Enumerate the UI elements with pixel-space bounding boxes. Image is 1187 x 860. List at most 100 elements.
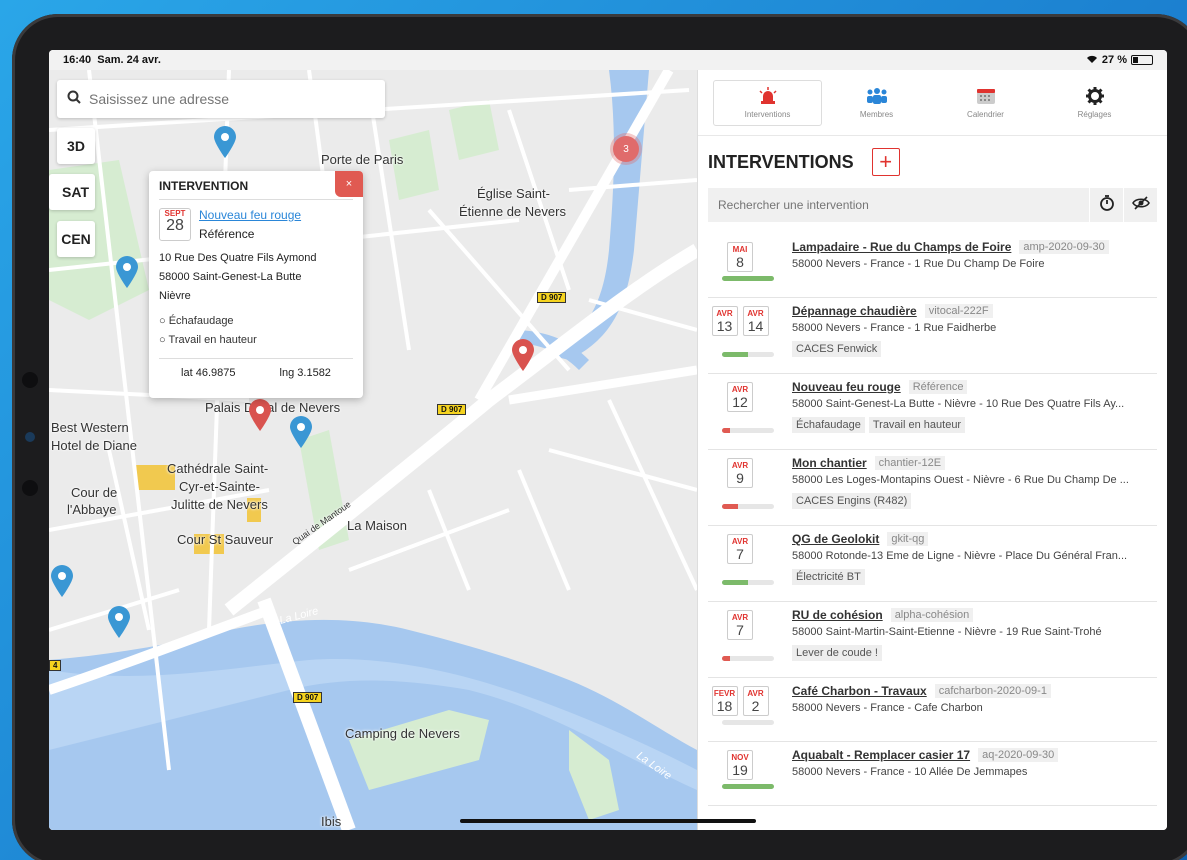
date-day: 7 <box>736 546 744 562</box>
timer-button[interactable] <box>1089 188 1123 222</box>
tab-reglages[interactable]: Réglages <box>1040 80 1149 126</box>
intervention-title[interactable]: Café Charbon - Travaux <box>792 684 927 698</box>
progress-bar <box>722 428 774 433</box>
tab-interventions[interactable]: Interventions <box>713 80 822 126</box>
intervention-popup: INTERVENTION × SEPT 28 Nouveau feu rouge… <box>149 171 363 398</box>
map-pin-blue[interactable] <box>212 125 238 159</box>
map-label-hotel: Best Western <box>51 420 129 435</box>
intervention-ref: cafcharbon-2020-09-1 <box>934 684 1051 698</box>
map-pin-blue[interactable] <box>106 605 132 639</box>
date-day: 19 <box>732 762 748 778</box>
add-intervention-button[interactable]: + <box>871 148 900 176</box>
intervention-title[interactable]: QG de Geolokit <box>792 532 879 546</box>
tag-list: Échafaudage Travail en hauteur <box>792 417 1157 433</box>
date-day: 18 <box>716 698 733 714</box>
map-label-eglise-2: Étienne de Nevers <box>459 204 566 219</box>
popup-reference: Référence <box>199 227 255 241</box>
list-item[interactable]: AVR 12 Nouveau feu rouge Référence 58000 … <box>708 374 1157 450</box>
battery-percent: 27 % <box>1101 54 1127 66</box>
intervention-title[interactable]: Aquabalt - Remplacer casier 17 <box>792 748 970 762</box>
map-label-cour-abbaye: Cour de <box>71 485 118 500</box>
popup-lng: lng 3.1582 <box>279 367 331 379</box>
progress-bar <box>722 504 774 509</box>
date-day: 9 <box>736 470 744 486</box>
popup-tag: Échafaudage <box>168 315 234 327</box>
progress-bar <box>722 656 774 661</box>
popup-tag: Travail en hauteur <box>168 334 257 346</box>
intervention-title[interactable]: Lampadaire - Rue du Champs de Foire <box>792 240 1011 254</box>
tab-membres[interactable]: Membres <box>822 80 931 126</box>
list-item[interactable]: AVR 7 QG de Geolokit gkit-qg 58000 Rotond… <box>708 526 1157 602</box>
progress-bar <box>722 352 774 357</box>
intervention-list: MAI 8 Lampadaire - Rue du Champs de Foire… <box>698 234 1167 806</box>
intervention-ref: aq-2020-09-30 <box>978 748 1059 762</box>
skill-tag: CACES Engins (R482) <box>792 493 912 509</box>
map-search-bar[interactable] <box>57 80 385 118</box>
list-item[interactable]: AVR 9 Mon chantier chantier-12E 58000 Les… <box>708 450 1157 526</box>
date-box: AVR 12 <box>727 382 753 412</box>
intervention-title[interactable]: Nouveau feu rouge <box>792 380 901 394</box>
map-label-cathedrale: Cathédrale Saint- <box>167 461 269 476</box>
map-pin-blue[interactable] <box>114 255 140 289</box>
status-bar: 16:40 Sam. 24 avr. 27 % <box>49 50 1167 70</box>
intervention-address: 58000 Nevers - France - Cafe Charbon <box>792 702 983 714</box>
people-icon <box>866 87 888 107</box>
intervention-search-input[interactable] <box>708 188 1089 222</box>
map-pin-blue[interactable] <box>288 415 314 449</box>
side-button <box>22 372 38 388</box>
map-pin-red[interactable] <box>510 338 536 372</box>
hide-button[interactable] <box>1123 188 1157 222</box>
intervention-title[interactable]: RU de cohésion <box>792 608 883 622</box>
date-box: NOV 19 <box>727 750 753 780</box>
intervention-ref: Référence <box>908 380 968 394</box>
progress-bar <box>722 720 774 725</box>
tag-list: CACES Engins (R482) <box>792 493 1157 509</box>
list-item[interactable]: AVR 7 RU de cohésion alpha-cohésion 58000… <box>708 602 1157 678</box>
map-view[interactable]: Porte de Paris Église Saint- Étienne de … <box>49 70 697 830</box>
date-box: FEVR 18 <box>711 686 738 716</box>
status-time: 16:40 <box>63 54 92 66</box>
list-item[interactable]: FEVR 18 AVR 2 Café Charbon - Travaux cafcha… <box>708 678 1157 742</box>
interventions-panel: Interventions Membres Calendrier Réglage… <box>697 70 1167 830</box>
battery-icon <box>1131 55 1153 65</box>
popup-date: SEPT 28 <box>159 208 191 241</box>
road-badge: D 907 <box>437 404 467 415</box>
eye-off-icon <box>1131 195 1150 215</box>
map-3d-button[interactable]: 3D <box>57 128 95 164</box>
list-item[interactable]: AVR 13 AVR 14 Dépannage chaudière vitocal-2… <box>708 298 1157 374</box>
date-box: AVR 13 <box>711 306 738 336</box>
map-cluster[interactable]: 3 <box>613 136 639 162</box>
road-badge: D 907 <box>293 692 323 703</box>
tab-calendrier[interactable]: Calendrier <box>931 80 1040 126</box>
tag-list: Électricité BT <box>792 569 1157 585</box>
map-pin-red[interactable] <box>247 398 273 432</box>
popup-title-link[interactable]: Nouveau feu rouge <box>199 208 301 222</box>
home-indicator[interactable] <box>460 819 756 823</box>
intervention-ref: alpha-cohésion <box>890 608 974 622</box>
list-item[interactable]: MAI 8 Lampadaire - Rue du Champs de Foire… <box>708 234 1157 298</box>
date-box: AVR 9 <box>727 458 753 488</box>
map-search-input[interactable] <box>89 91 369 107</box>
map-pin-blue[interactable] <box>49 564 75 598</box>
map-label-cour-abbaye-2: l'Abbaye <box>67 502 117 517</box>
map-center-button[interactable]: CEN <box>57 221 95 257</box>
date-range: AVR 12 <box>708 382 772 412</box>
road-badge: 4 <box>49 660 62 671</box>
popup-coords: lat 46.9875 lng 3.1582 <box>159 358 353 379</box>
list-item[interactable]: NOV 19 Aquabalt - Remplacer casier 17 aq-… <box>708 742 1157 806</box>
date-box: MAI 8 <box>727 242 753 272</box>
map-satellite-button[interactable]: SAT <box>49 174 95 210</box>
tag-list: CACES Fenwick <box>792 341 1157 357</box>
siren-icon <box>758 87 778 107</box>
intervention-ref: chantier-12E <box>874 456 946 470</box>
popup-address-line: 58000 Saint-Genest-La Butte <box>159 271 302 283</box>
map-label-la-maison: La Maison <box>347 518 407 533</box>
map-label-cour-st-sauveur: Cour St Sauveur <box>177 532 274 547</box>
intervention-title[interactable]: Dépannage chaudière <box>792 304 917 318</box>
stopwatch-icon <box>1099 194 1115 216</box>
intervention-title[interactable]: Mon chantier <box>792 456 867 470</box>
date-box: AVR 7 <box>727 534 753 564</box>
map-label-porte-paris: Porte de Paris <box>321 152 404 167</box>
progress-bar <box>722 580 774 585</box>
close-icon[interactable]: × <box>335 171 363 197</box>
